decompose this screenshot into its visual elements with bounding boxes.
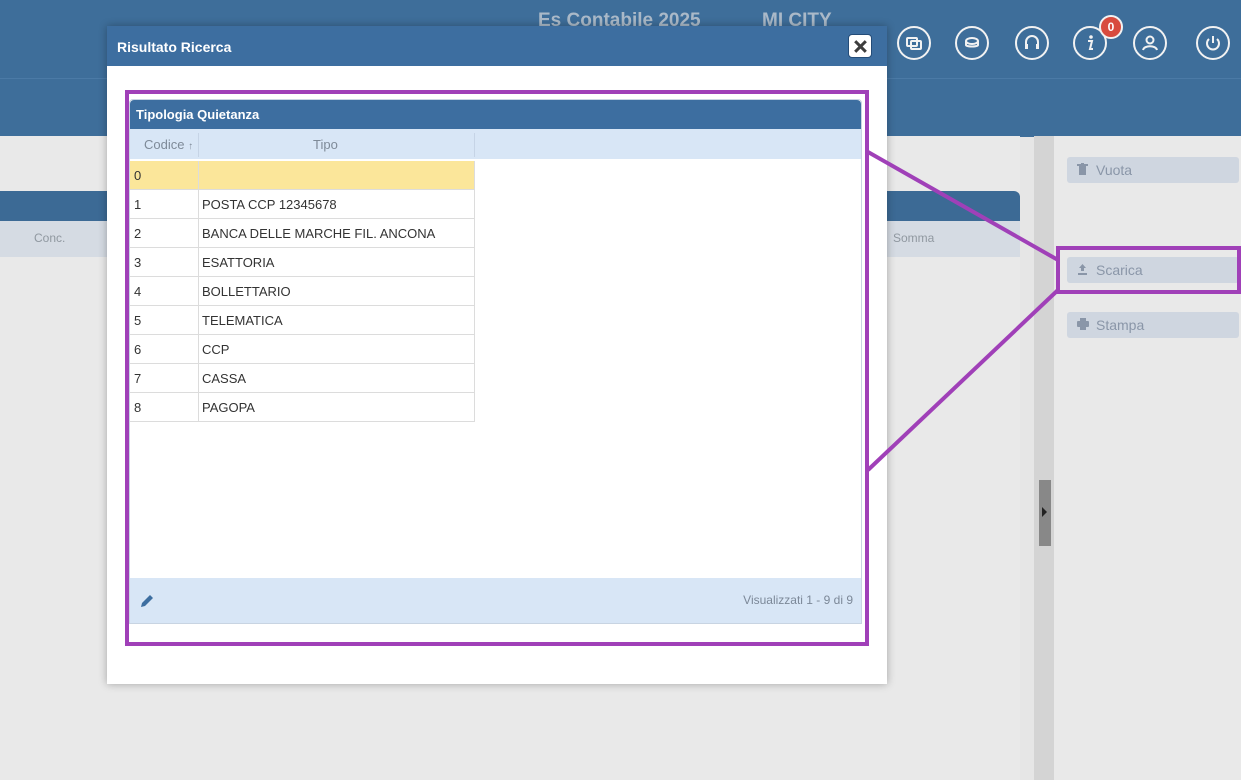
annotation-connector-lines — [866, 150, 1060, 472]
